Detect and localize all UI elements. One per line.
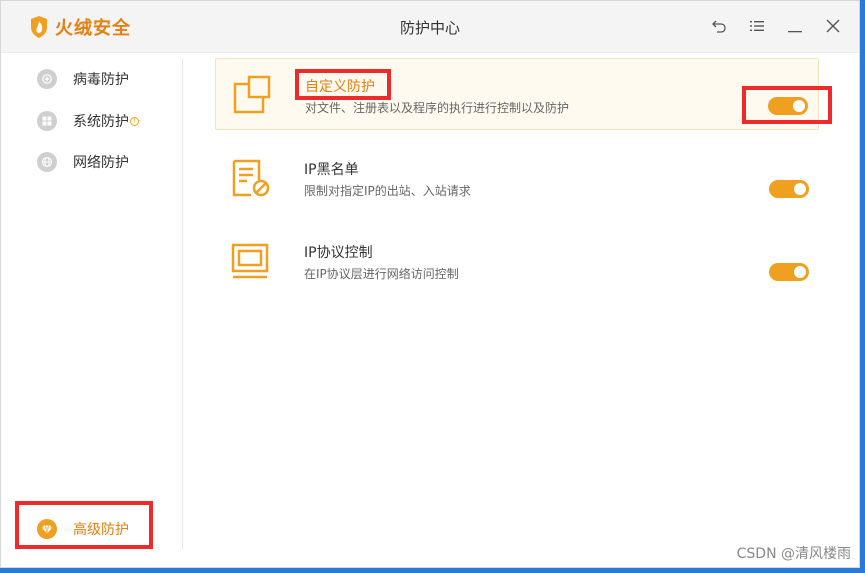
row-title: IP协议控制 — [304, 245, 373, 261]
toggle-knob — [794, 266, 806, 278]
window-controls — [709, 15, 843, 37]
toggle-knob — [794, 183, 806, 195]
annotation-box-title — [295, 69, 391, 100]
minimize-button[interactable] — [785, 15, 805, 37]
menu-icon — [750, 21, 764, 31]
close-icon — [826, 19, 840, 33]
custom-rule-icon — [233, 75, 271, 114]
globe-icon — [37, 152, 57, 172]
title-bar: 火绒安全 防护中心 — [1, 1, 859, 53]
alert-badge: ! — [130, 116, 139, 126]
sidebar-item-system[interactable]: 系统防护 ! — [37, 111, 139, 131]
ip-blacklist-toggle[interactable] — [769, 180, 809, 198]
sidebar-item-label: 系统防护 — [73, 114, 129, 130]
monitor-icon — [231, 243, 269, 279]
row-description: 限制对指定IP的出站、入站请求 — [304, 184, 471, 198]
row-title: IP黑名单 — [304, 162, 359, 178]
annotation-box-advanced — [15, 501, 153, 549]
back-button[interactable] — [709, 15, 729, 37]
row-description: 对文件、注册表以及程序的执行进行控制以及防护 — [305, 101, 570, 115]
close-button[interactable] — [823, 15, 843, 37]
app-window: 火绒安全 防护中心 病毒防护 系统防护 ! 网络防护 高级防护 自定义防护 对文… — [0, 0, 860, 568]
sidebar-item-label: 病毒防护 — [73, 72, 129, 88]
sidebar-item-virus[interactable]: 病毒防护 — [37, 69, 129, 89]
watermark: CSDN @清风楼雨 — [736, 546, 851, 562]
sidebar-item-network[interactable]: 网络防护 — [37, 152, 129, 172]
menu-button[interactable] — [747, 15, 767, 37]
windows-icon — [37, 111, 57, 131]
row-description: 在IP协议层进行网络访问控制 — [304, 267, 459, 281]
minimize-icon — [788, 31, 802, 33]
sidebar-item-label: 网络防护 — [73, 155, 129, 171]
back-icon — [712, 20, 726, 33]
blacklist-document-icon — [232, 159, 270, 197]
ip-protocol-row: IP协议控制 在IP协议层进行网络访问控制 — [215, 225, 819, 297]
sidebar-divider — [182, 59, 183, 549]
plus-icon — [37, 69, 57, 89]
ip-blacklist-row: IP黑名单 限制对指定IP的出站、入站请求 — [215, 142, 819, 214]
ip-protocol-toggle[interactable] — [769, 263, 809, 281]
annotation-box-toggle — [742, 86, 832, 124]
